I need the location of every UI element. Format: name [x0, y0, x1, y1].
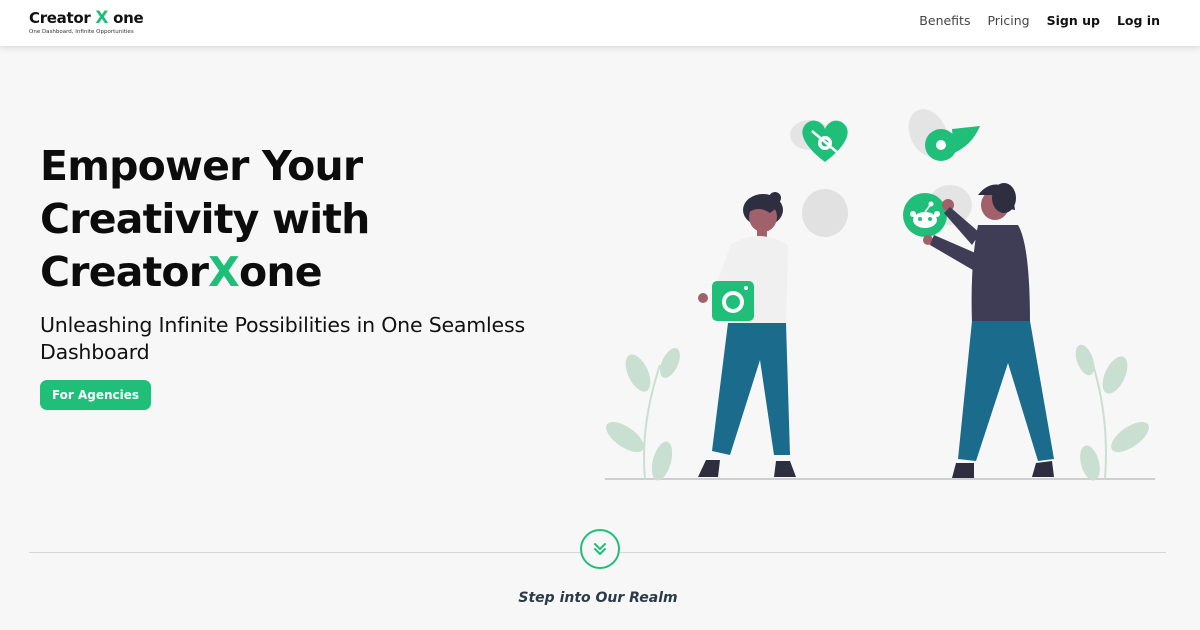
- right-plant: [1075, 344, 1149, 481]
- nav-benefits-link[interactable]: Benefits: [919, 13, 970, 28]
- reddit-icon: [903, 193, 947, 237]
- double-chevron-down-icon: [594, 543, 606, 555]
- section-divider-right: [620, 552, 1166, 553]
- for-agencies-button[interactable]: For Agencies: [40, 380, 151, 410]
- section-divider-left: [29, 552, 580, 553]
- brand-logo[interactable]: Creator X one One Dashboard, Infinite Op…: [29, 8, 144, 35]
- hero-subtitle: Unleashing Infinite Possibilities in One…: [40, 313, 525, 364]
- hero-title-x-letter: X: [208, 248, 240, 296]
- sign-up-link[interactable]: Sign up: [1047, 13, 1100, 28]
- onlyfans-icon: [925, 126, 980, 161]
- brand-tagline: One Dashboard, Infinite Opportunities: [29, 29, 134, 35]
- nav-links: Benefits Pricing Sign up Log in: [902, 13, 1160, 28]
- step-into-realm-heading: Step into Our Realm: [518, 590, 678, 606]
- scroll-down-button[interactable]: [580, 529, 620, 569]
- brand-x-letter: X: [95, 8, 109, 28]
- log-in-link[interactable]: Log in: [1117, 13, 1160, 28]
- hero-title: Empower Your Creativity with CreatorXone: [40, 142, 370, 296]
- hero-illustration: [605, 109, 1155, 481]
- brand-name: Creator X one: [29, 8, 144, 28]
- nav-pricing-link[interactable]: Pricing: [987, 13, 1029, 28]
- instagram-icon: [712, 281, 754, 321]
- top-navbar: Creator X one One Dashboard, Infinite Op…: [0, 0, 1200, 46]
- woman-figure: [698, 192, 796, 477]
- left-plant: [606, 348, 680, 481]
